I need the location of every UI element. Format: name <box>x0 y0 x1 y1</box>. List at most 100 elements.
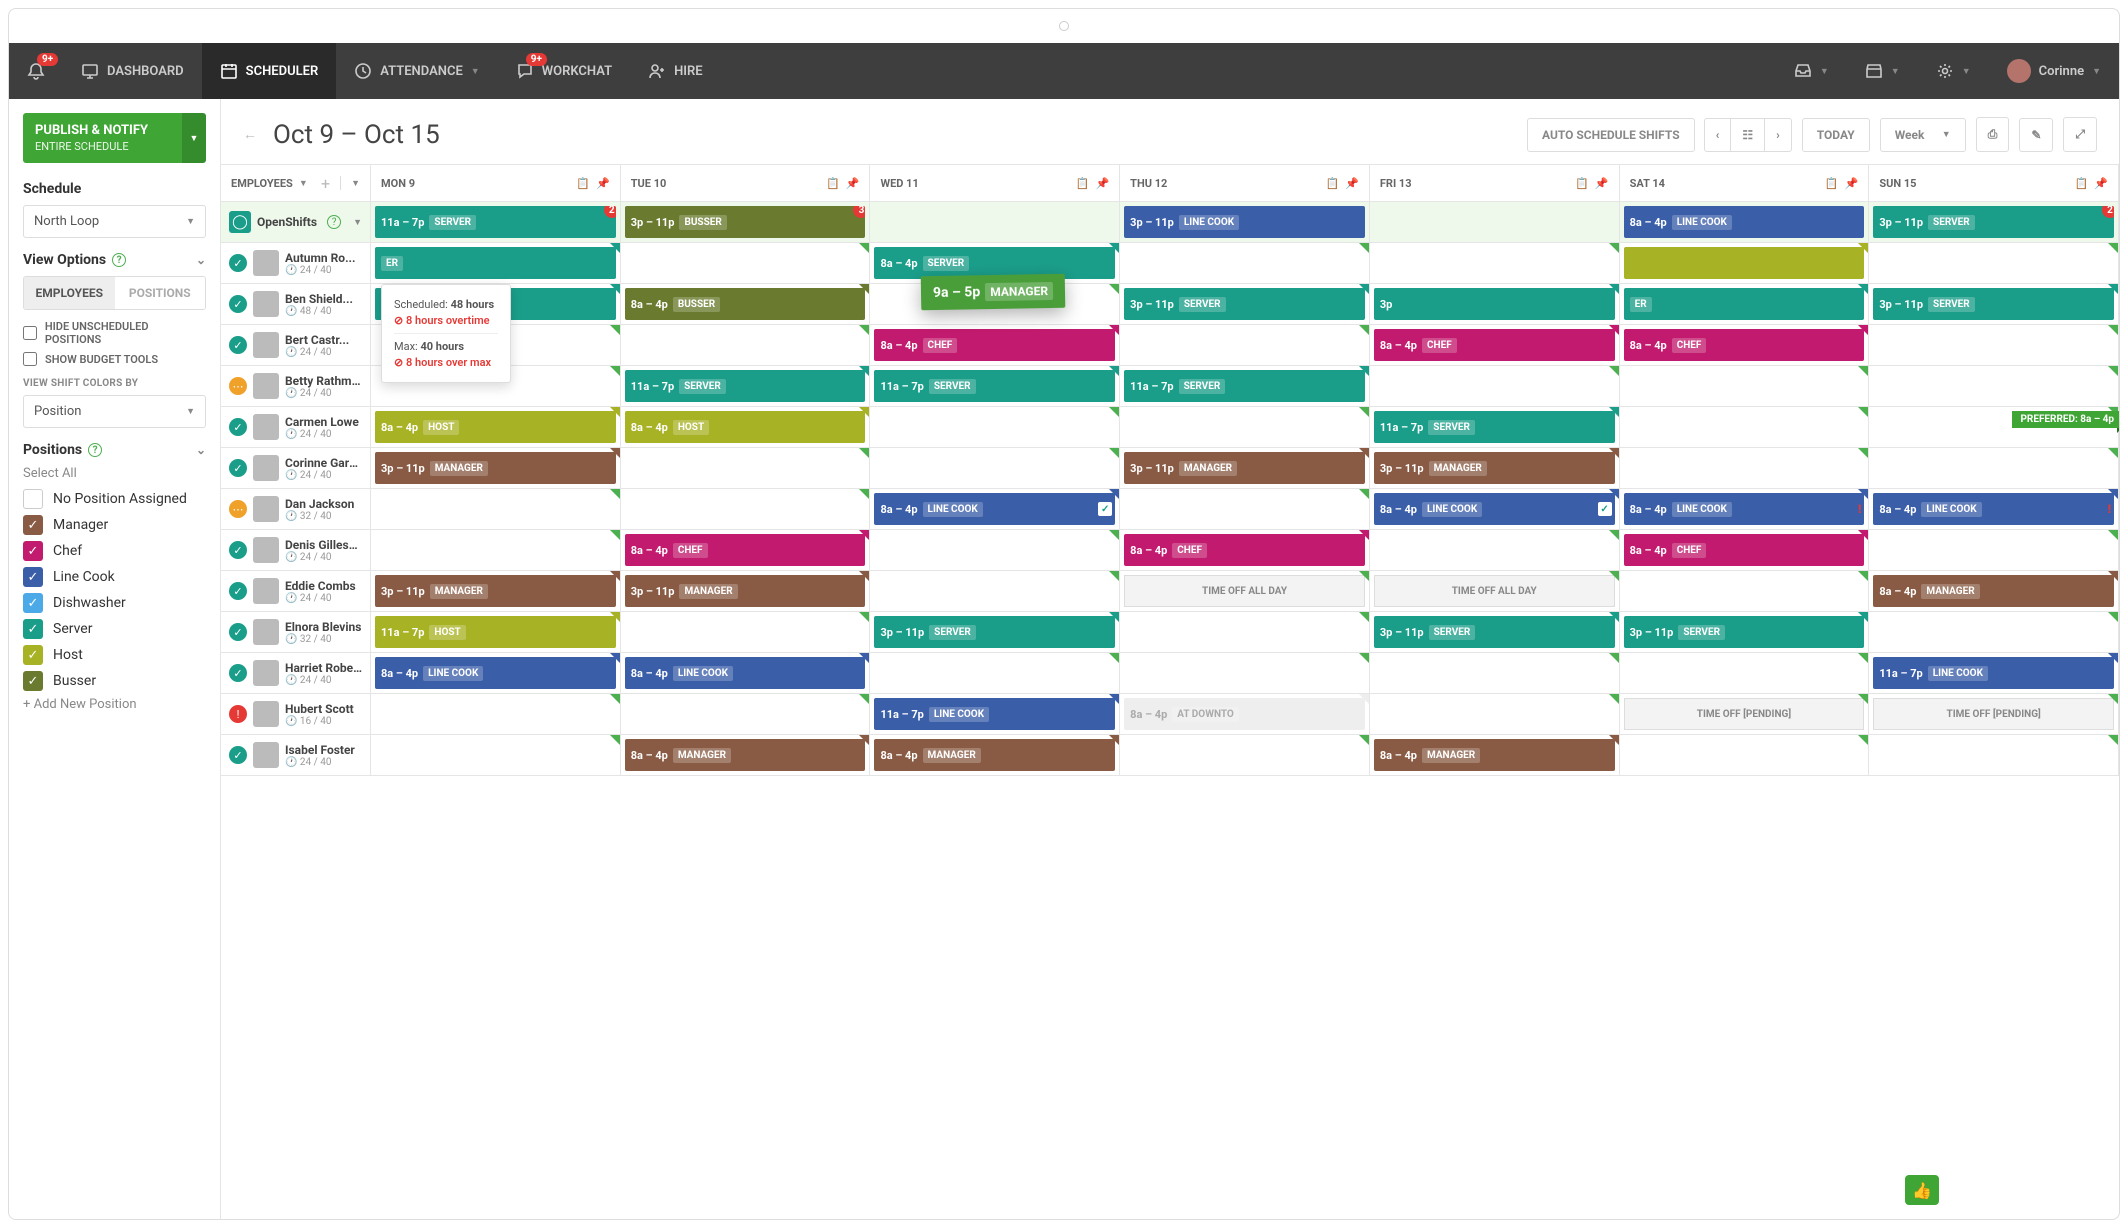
view-colors-select[interactable]: Position▼ <box>23 395 206 428</box>
shift-block[interactable]: 8a – 4pHOST <box>375 411 616 443</box>
shift-block[interactable]: 8a – 4pHOST <box>625 411 866 443</box>
shift-block[interactable]: 3p <box>1374 288 1615 320</box>
auto-schedule-button[interactable]: AUTO SCHEDULE SHIFTS <box>1527 118 1695 152</box>
day-cell[interactable] <box>1620 243 1870 283</box>
day-cell[interactable]: 3p – 11pMANAGER <box>371 571 621 611</box>
day-cell[interactable]: 3p – 11pMANAGER <box>621 571 871 611</box>
position-filter[interactable]: ✓Line Cook <box>23 567 206 587</box>
day-cell[interactable] <box>870 202 1120 242</box>
day-cell[interactable]: 3p – 11pSERVER <box>1370 612 1620 652</box>
day-cell[interactable]: 11a – 7pLINE COOK <box>870 694 1120 734</box>
shift-block[interactable]: 3p – 11pSERVER <box>874 616 1115 648</box>
day-cell[interactable] <box>1370 530 1620 570</box>
employee-cell[interactable]: ✓Denis Gillespie🕐 24 / 40 <box>221 530 371 570</box>
day-header[interactable]: TUE 10📋📌 <box>621 165 871 201</box>
position-filter[interactable]: No Position Assigned <box>23 489 206 509</box>
shift-block[interactable]: 11a – 7pLINE COOK <box>874 698 1115 730</box>
day-cell[interactable]: 8a – 4pLINE COOK <box>621 653 871 693</box>
shift-block[interactable]: 3p – 11pSERVER2 <box>1873 206 2114 238</box>
nav-scheduler[interactable]: SCHEDULER <box>202 43 337 99</box>
shift-block[interactable]: 8a – 4pBUSSER <box>625 288 866 320</box>
day-cell[interactable]: 8a – 4pMANAGER <box>621 735 871 775</box>
shift-block[interactable]: 3p – 11pSERVER <box>1374 616 1615 648</box>
nav-inbox[interactable]: ▼ <box>1776 43 1847 99</box>
shift-block[interactable]: 8a – 4pLINE COOK! <box>1873 493 2114 525</box>
shift-block[interactable]: 3p – 11pSERVER <box>1873 288 2114 320</box>
shift-block[interactable]: 11a – 7pLINE COOK <box>1873 657 2114 689</box>
employee-cell[interactable]: ✓Autumn Ro...🕐 24 / 40 <box>221 243 371 283</box>
nav-user-menu[interactable]: Corinne▼ <box>1989 43 2119 99</box>
shift-block[interactable]: 3p – 11pLINE COOK <box>1124 206 1365 238</box>
shift-block[interactable]: 8a – 4pLINE COOK <box>1624 206 1865 238</box>
day-cell[interactable] <box>1370 202 1620 242</box>
edit-button[interactable]: ✎ <box>2019 118 2053 152</box>
pin-icon[interactable]: 📌 <box>596 177 610 190</box>
employee-cell[interactable]: ✓Isabel Foster🕐 24 / 40 <box>221 735 371 775</box>
day-cell[interactable]: 8a – 4pLINE COOK <box>1620 202 1870 242</box>
day-cell[interactable] <box>1120 612 1370 652</box>
shift-block[interactable]: 8a – 4pAT DOWNTO <box>1124 698 1365 730</box>
timeoff-block[interactable]: TIME OFF ALL DAY <box>1124 575 1365 607</box>
pin-icon[interactable]: 📌 <box>1095 177 1109 190</box>
day-cell[interactable] <box>1120 489 1370 529</box>
nav-dashboard[interactable]: DASHBOARD <box>63 43 202 99</box>
employee-cell[interactable]: ✓Elnora Blevins🕐 32 / 40 <box>221 612 371 652</box>
print-button[interactable]: ⎙ <box>1976 117 2010 152</box>
day-cell[interactable]: 11a – 7pSERVER2 <box>371 202 621 242</box>
day-cell[interactable] <box>621 489 871 529</box>
position-filter[interactable]: ✓Server <box>23 619 206 639</box>
day-cell[interactable]: 3p – 11pSERVER <box>870 612 1120 652</box>
shift-block[interactable]: 11a – 7pSERVER <box>1124 370 1365 402</box>
next-week-button[interactable]: › <box>1764 118 1792 152</box>
toggle-positions[interactable]: POSITIONS <box>115 277 206 309</box>
nav-attendance[interactable]: ATTENDANCE▼ <box>336 43 497 99</box>
day-cell[interactable]: TIME OFF [PENDING] <box>1869 694 2119 734</box>
nav-workchat[interactable]: 9+ WORKCHAT <box>498 43 630 99</box>
pin-icon[interactable]: 📌 <box>1845 177 1859 190</box>
employee-cell[interactable]: ✓Harriet Roberts🕐 24 / 40 <box>221 653 371 693</box>
day-cell[interactable]: 3p – 11pSERVER <box>1120 284 1370 324</box>
day-cell[interactable]: TIME OFF [PENDING] <box>1620 694 1870 734</box>
show-budget-checkbox[interactable]: SHOW BUDGET TOOLS <box>23 352 206 366</box>
day-cell[interactable] <box>371 694 621 734</box>
day-cell[interactable]: TIME OFF ALL DAY <box>1120 571 1370 611</box>
shift-block[interactable]: 8a – 4pMANAGER <box>1374 739 1615 771</box>
day-cell[interactable]: 8a – 4pCHEF <box>1620 325 1870 365</box>
dragging-shift[interactable]: 9a – 5pMANAGER <box>921 274 1066 311</box>
day-cell[interactable]: 8a – 4pCHEF <box>1620 530 1870 570</box>
shift-block[interactable]: 8a – 4pMANAGER <box>874 739 1115 771</box>
day-cell[interactable] <box>621 325 871 365</box>
day-cell[interactable]: 8a – 4pMANAGER <box>1370 735 1620 775</box>
clipboard-icon[interactable]: 📋 <box>1825 177 1839 190</box>
day-cell[interactable]: 8a – 4pHOST <box>371 407 621 447</box>
day-cell[interactable] <box>1869 612 2119 652</box>
day-cell[interactable] <box>1120 243 1370 283</box>
position-filter[interactable]: ✓Dishwasher <box>23 593 206 613</box>
clipboard-icon[interactable]: 📋 <box>1076 177 1090 190</box>
day-cell[interactable] <box>371 489 621 529</box>
day-cell[interactable] <box>1869 448 2119 488</box>
shift-block[interactable]: 11a – 7pSERVER <box>625 370 866 402</box>
day-cell[interactable] <box>1620 407 1870 447</box>
day-cell[interactable]: 3p – 11pSERVER2 <box>1869 202 2119 242</box>
day-cell[interactable]: ER <box>371 243 621 283</box>
day-cell[interactable] <box>870 571 1120 611</box>
day-cell[interactable]: 8a – 4pHOST <box>621 407 871 447</box>
position-filter[interactable]: ✓Chef <box>23 541 206 561</box>
positions-heading[interactable]: Positions?⌄ <box>23 442 206 458</box>
day-cell[interactable] <box>1370 653 1620 693</box>
position-filter[interactable]: ✓Manager <box>23 515 206 535</box>
shift-block[interactable]: 3p – 11pMANAGER <box>1124 452 1365 484</box>
openshifts-label-cell[interactable]: ◯ OpenShifts ? ▼ <box>221 202 371 242</box>
day-cell[interactable]: 3p – 11pBUSSER3 <box>621 202 871 242</box>
shift-block[interactable]: 8a – 4pLINE COOK <box>625 657 866 689</box>
view-options-heading[interactable]: View Options?⌄ <box>23 252 206 268</box>
day-header[interactable]: MON 9📋📌 <box>371 165 621 201</box>
shift-block[interactable]: 11a – 7pHOST <box>375 616 616 648</box>
employee-cell[interactable]: ⋯Dan Jackson🕐 32 / 40 <box>221 489 371 529</box>
shift-block[interactable]: 8a – 4pLINE COOK <box>375 657 616 689</box>
shift-block[interactable]: 8a – 4pCHEF <box>1374 329 1615 361</box>
day-cell[interactable]: 3p – 11pMANAGER <box>1370 448 1620 488</box>
employee-cell[interactable]: ✓Eddie Combs🕐 24 / 40 <box>221 571 371 611</box>
day-header[interactable]: SAT 14📋📌 <box>1620 165 1870 201</box>
